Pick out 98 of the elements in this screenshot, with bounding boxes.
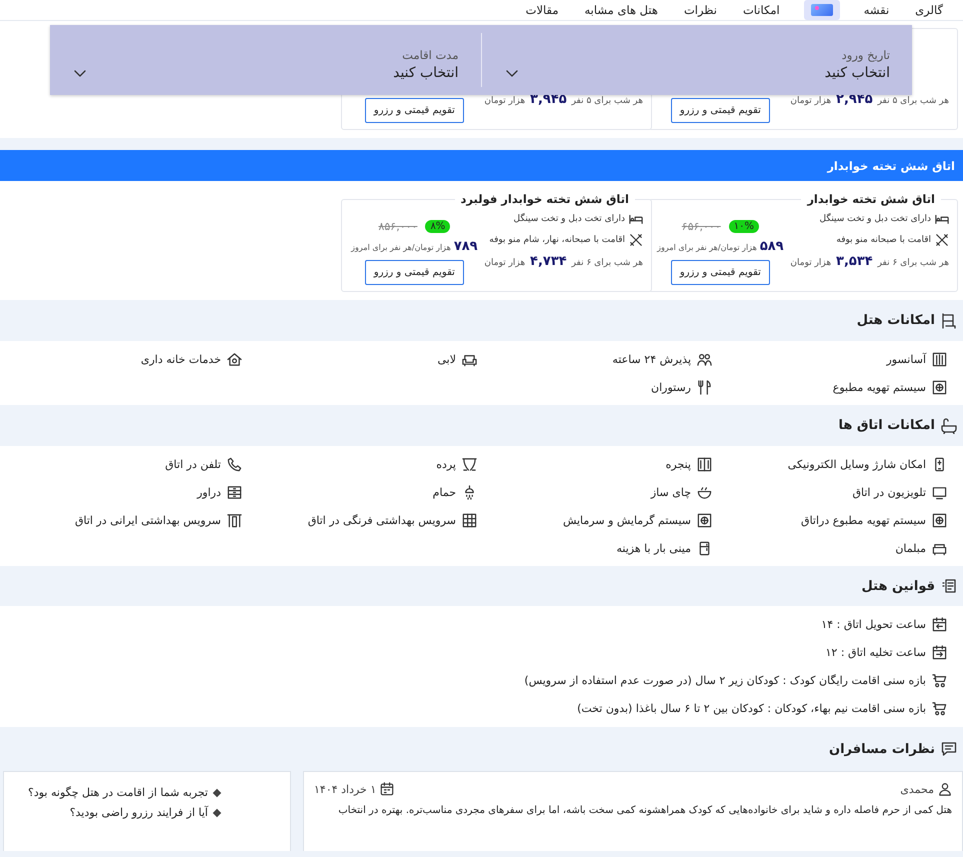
section-title: نظرات مسافران — [829, 742, 935, 756]
house-icon — [227, 352, 242, 366]
section-title: امکانات اتاق ها — [838, 418, 935, 433]
nightly-price: هر شب برای ۵ نفر ۳,۹۴۵ هزار تومان — [484, 92, 643, 107]
calendar-reserve-button[interactable]: تقویم قیمتی و رزرو — [670, 98, 770, 123]
amenity-label: پذیرش ۲۴ ساعته — [612, 352, 691, 366]
nav-tab[interactable]: نقشه — [862, 1, 892, 19]
amenity-label: پرده — [436, 458, 456, 470]
amenity-label: حمام — [432, 486, 456, 498]
calendar-icon — [932, 616, 947, 632]
amenity-label: سیستم گرمایش و سرمایش — [562, 514, 691, 526]
question-text: آیا از فرایند رزرو راضی بودید؟ — [70, 806, 208, 819]
review-author: محمدی — [900, 782, 934, 796]
amenity-label: مینی بار با هزینه — [616, 542, 691, 554]
rule-text: بازه سنی اقامت نیم بهاء، کودکان : کودکان بین ۲ تا ۶ سال باغذا (بدون تخت) — [577, 702, 926, 714]
rule-text: ساعت تحویل اتاق : ۱۴ — [821, 618, 926, 630]
list-icon — [941, 578, 957, 594]
room-feature: اقامت با صبحانه، نهار، شام منو بوفه — [489, 235, 625, 245]
nav-tab[interactable]: مقالات — [524, 1, 561, 19]
amenity-label: امکان شارژ وسایل الکترونیکی — [788, 458, 926, 470]
nav-tab[interactable]: نظرات — [682, 1, 719, 19]
signboard-icon — [941, 312, 957, 328]
window-icon — [697, 456, 712, 472]
amenity-label: سیستم تهویه مطبوع دراتاق — [801, 514, 926, 526]
field-value: انتخاب کنید — [392, 65, 458, 81]
people-icon — [697, 352, 712, 366]
nav-tab[interactable]: امکانات — [740, 1, 782, 19]
amenity-label: پنجره — [666, 458, 691, 470]
comment-icon — [941, 741, 957, 757]
mobile-phone-icon — [932, 456, 947, 472]
question-text: تجربه شما از اقامت در هتل چگونه بود؟ — [28, 786, 208, 799]
image-icon — [810, 4, 833, 16]
calendar-icon — [380, 782, 394, 796]
amenity-label: تلویزیون در اتاق — [852, 486, 926, 498]
date-select-field[interactable]: تاریخ ورود انتخاب کنید — [482, 25, 912, 95]
amenity-label: خدمات خانه داری — [140, 352, 221, 366]
doorway-icon — [227, 512, 242, 528]
calendar-reserve-button[interactable]: تقویم قیمتی و رزرو — [670, 260, 770, 285]
amenity-label: رستوران — [651, 380, 691, 394]
field-value: انتخاب کنید — [824, 65, 890, 81]
telephone-icon — [227, 456, 242, 472]
discount-badge: ۱۰% — [728, 220, 759, 233]
cutlery-icon — [629, 233, 643, 247]
nightly-price: هر شب برای ۶ نفر ۴,۷۳۴ هزار تومان — [484, 254, 643, 269]
shower-icon — [462, 484, 477, 500]
bowl-icon — [697, 484, 712, 500]
bed-icon — [935, 212, 949, 226]
section-title: امکانات هتل — [856, 313, 935, 328]
old-price: ۸۵۶,۰۰۰ — [378, 220, 418, 233]
television-icon — [932, 484, 947, 500]
nightly-price: هر شب برای ۵ نفر ۲,۹۴۵ هزار تومان — [790, 92, 949, 107]
room-feature: اقامت با صبحانه منو بوفه — [836, 235, 931, 245]
price-per-person: ۷۸۹ هزار تومان/هر نفر برای امروز — [351, 239, 478, 254]
amenity-label: سرویس بهداشتی ایرانی در اتاق — [74, 514, 221, 526]
cabinet-icon — [227, 484, 242, 500]
amenity-label: لابی — [437, 352, 456, 366]
bathtub-icon — [941, 418, 957, 434]
field-label: تاریخ ورود — [840, 48, 890, 62]
rule-text: ساعت تخلیه اتاق : ۱۲ — [826, 646, 926, 658]
calendar-icon — [932, 644, 947, 660]
room-group-header: اتاق شش تخته خوابدار — [0, 150, 963, 181]
fan-icon — [932, 512, 947, 528]
bed-icon — [629, 212, 643, 226]
amenity-label: تلفن در اتاق — [165, 458, 221, 470]
amenity-label: چای ساز — [650, 486, 691, 498]
calendar-reserve-button[interactable]: تقویم قیمتی و رزرو — [364, 260, 464, 285]
fan-icon — [697, 512, 712, 528]
section-title: قوانین هتل — [862, 578, 935, 594]
amenity-label: سرویس بهداشتی فرنگی در اتاق — [308, 514, 456, 526]
nav-tab[interactable] — [804, 0, 840, 20]
amenity-label: آسانسور — [886, 352, 926, 366]
fan-icon — [932, 380, 947, 394]
room-feature: دارای تخت دبل و تخت سینگل — [820, 214, 931, 224]
cutlery-icon — [697, 380, 712, 394]
discount-badge: ۸% — [425, 220, 450, 233]
cutlery-icon — [935, 233, 949, 247]
nav-tab[interactable]: هتل های مشابه — [582, 1, 660, 19]
fridge-icon — [697, 540, 712, 556]
field-label: مدت اقامت — [401, 48, 458, 62]
elevator-icon — [932, 352, 947, 366]
price-per-person: ۵۸۹ هزار تومان/هر نفر برای امروز — [657, 239, 784, 254]
date-select-field[interactable]: مدت اقامت انتخاب کنید — [50, 33, 482, 87]
grid-icon — [462, 512, 477, 528]
amenity-label: مبلمان — [895, 542, 926, 554]
amenity-label: سیستم تهویه مطبوع — [832, 380, 926, 394]
room-title: اتاق شش تخته خوابدار فولبرد — [460, 192, 630, 206]
room-title: اتاق شش تخته خوابدار — [806, 192, 936, 206]
rule-text: بازه سنی اقامت رایگان کودک : کودکان زیر ۲ سال (در صورت عدم استفاده از سرویس) — [524, 674, 926, 686]
nav-tab[interactable]: گالری — [913, 1, 945, 19]
room-feature: دارای تخت دبل و تخت سینگل — [514, 214, 625, 224]
nightly-price: هر شب برای ۶ نفر ۳,۵۳۴ هزار تومان — [790, 254, 949, 269]
old-price: ۶۵۶,۰۰۰ — [682, 220, 721, 233]
curtain-icon — [462, 456, 477, 472]
person-icon — [938, 782, 952, 796]
review-text: هتل کمی از حرم فاصله داره و شاید برای خانواده‌هایی که کودک همراهشونه کمی سخت باشه، اما برای سفرهای مجردی مناسب‌تره. بهتره در انتخاب — [337, 804, 952, 818]
amenity-label: دراور — [197, 486, 221, 498]
calendar-reserve-button[interactable]: تقویم قیمتی و رزرو — [364, 98, 464, 123]
review-date: ۱ خرداد ۱۴۰۴ — [314, 782, 376, 796]
